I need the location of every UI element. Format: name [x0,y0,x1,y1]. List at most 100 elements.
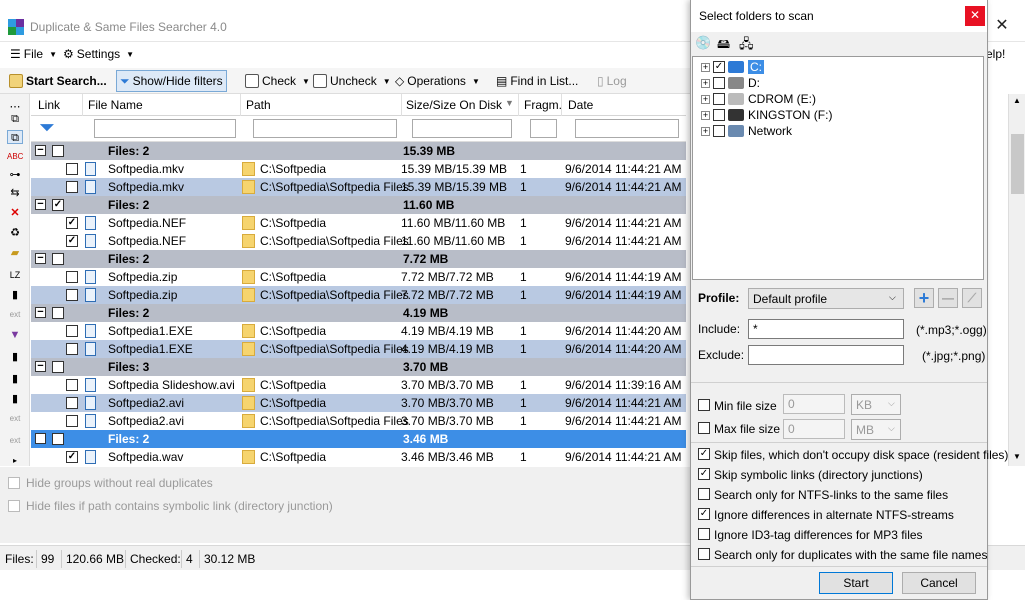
option-checkbox[interactable] [698,488,710,500]
file-checkbox[interactable] [66,343,78,355]
tree-icon[interactable]: ⊶ [7,168,23,182]
folder-icon[interactable]: ▰ [7,246,23,260]
max-size-checkbox[interactable] [698,422,710,434]
path-filter-input[interactable] [253,119,397,138]
group-checkbox[interactable] [52,361,64,373]
cancel-button[interactable]: Cancel [902,572,976,594]
edit-profile-button[interactable]: ⟋ [962,288,982,308]
ext-icon[interactable]: ▮ [7,288,23,302]
move-icon[interactable]: ⇆ [7,186,23,200]
file-row[interactable]: Softpedia1.EXE C:\Softpedia\Softpedia Fil… [31,340,686,358]
collapse-icon[interactable]: − [35,361,46,372]
file-row[interactable]: Softpedia Slideshow.avi C:\Softpedia 3.70 … [31,376,686,394]
file-checkbox[interactable] [66,289,78,301]
tree-node[interactable]: + KINGSTON (F:) [701,107,832,123]
collapse-icon[interactable]: − [35,145,46,156]
group-row[interactable]: − Files: 2 4.19 MB [31,304,686,322]
file-checkbox[interactable] [66,325,78,337]
operations-button[interactable]: ◇ Operations ▼ [392,70,483,92]
scrollbar-thumb[interactable] [1011,134,1024,194]
uncheck-button[interactable]: Uncheck ▼ [310,70,394,92]
expand-icon[interactable]: ▸ [7,454,23,468]
tree-checkbox[interactable] [713,93,725,105]
tree-checkbox[interactable] [713,125,725,137]
group-checkbox[interactable] [52,307,64,319]
group-row[interactable]: − Files: 2 7.72 MB [31,250,686,268]
col-date[interactable]: Date [568,98,593,112]
file-checkbox[interactable] [66,271,78,283]
size-filter-input[interactable] [412,119,512,138]
option-checkbox[interactable]: ✓ [698,468,710,480]
scroll-up-icon[interactable]: ▲ [1013,96,1021,105]
min-size-unit-select[interactable]: KB ⌵ [851,394,901,415]
file-row[interactable]: ✓ Softpedia.wav C:\Softpedia 3.46 MB/3.46 M… [31,448,686,466]
tree-node[interactable]: + Network [701,123,792,139]
group-row[interactable]: − Files: 3 3.70 MB [31,358,686,376]
hide-groups-option[interactable]: Hide groups without real duplicates [8,476,213,490]
expand-icon[interactable]: + [701,78,710,88]
copy-selected-icon[interactable]: ⧉ [7,130,23,144]
collapse-icon[interactable]: − [35,433,46,444]
option-checkbox[interactable]: ✓ [698,508,710,520]
file-row[interactable]: Softpedia.mkv C:\Softpedia 15.39 MB/15.39 … [31,160,686,178]
file-name-filter-input[interactable] [94,119,236,138]
hide-symlink-option[interactable]: Hide files if path contains symbolic lin… [8,499,333,513]
file-row[interactable]: Softpedia.zip C:\Softpedia\Softpedia File… [31,286,686,304]
col-fragm[interactable]: Fragm. [524,98,562,112]
expand-icon[interactable]: + [701,110,710,120]
file-row[interactable]: Softpedia2.avi C:\Softpedia\Softpedia Fil… [31,412,686,430]
file-row[interactable]: ✓ Softpedia.NEF C:\Softpedia\Softpedia Fil… [31,232,686,250]
max-size-unit-select[interactable]: MB ⌵ [851,419,901,440]
hide-groups-checkbox[interactable] [8,477,20,489]
collapse-icon[interactable]: − [35,253,46,264]
network-icon[interactable]: 🖧 [739,35,754,57]
computer-icon[interactable]: 💿 [695,35,711,51]
group-row[interactable]: − Files: 2 15.39 MB [31,142,686,160]
exclude-input[interactable] [748,345,904,365]
col-size[interactable]: Size/Size On Disk [406,98,502,112]
min-size-checkbox[interactable] [698,399,710,411]
scroll-down-icon[interactable]: ▼ [1013,452,1021,461]
folder-tree[interactable]: + ✓ C: + D: + CDROM (E:) + KINGSTON (F:) + Network [692,56,984,280]
start-search-button[interactable]: Start Search... [6,70,110,92]
expand-icon[interactable]: + [701,94,710,104]
file-checkbox[interactable] [66,415,78,427]
vertical-scrollbar[interactable]: ▲ ▼ [1008,94,1025,466]
ext-gray-icon[interactable]: ext [7,412,23,426]
tree-checkbox[interactable]: ✓ [713,61,725,73]
col-path[interactable]: Path [246,98,271,112]
menu-help[interactable]: elp! [986,47,1005,61]
file-checkbox[interactable] [66,397,78,409]
file-checkbox[interactable]: ✓ [66,235,78,247]
profile-select[interactable]: Default profile ⌵ [748,288,904,309]
date-filter-input[interactable] [575,119,679,138]
collapse-icon[interactable]: − [35,307,46,318]
show-hide-filters-button[interactable]: ⏷ Show/Hide filters [116,70,227,92]
add-profile-button[interactable]: + [914,288,934,308]
min-size-input[interactable]: 0 [783,394,845,414]
tree-node[interactable]: + D: [701,75,760,91]
expand-icon[interactable]: + [701,62,710,72]
strike-text-icon[interactable]: ABC [7,150,23,164]
fragm-filter-input[interactable] [530,119,557,138]
group-row[interactable]: − ✓ Files: 2 3.46 MB [31,430,686,448]
filter-purple-icon[interactable]: ▼ [7,328,23,342]
file-checkbox[interactable] [66,163,78,175]
bar-icon[interactable]: ▮ [7,350,23,364]
bar-icon[interactable]: ▮ [7,392,23,406]
expand-icon[interactable]: + [701,126,710,136]
file-checkbox[interactable]: ✓ [66,217,78,229]
tree-checkbox[interactable] [713,109,725,121]
copy-icon[interactable]: ⧉ [7,112,23,126]
delete-icon[interactable]: ✕ [7,206,23,220]
group-checkbox[interactable]: ✓ [52,199,64,211]
option-checkbox[interactable]: ✓ [698,448,710,460]
log-button[interactable]: ▯ Log [594,70,630,92]
tree-node[interactable]: + ✓ C: [701,59,764,75]
file-checkbox[interactable] [66,379,78,391]
ext-gray-icon[interactable]: ext [7,308,23,322]
file-row[interactable]: Softpedia.mkv C:\Softpedia\Softpedia File… [31,178,686,196]
include-input[interactable]: * [748,319,904,339]
file-checkbox[interactable] [66,181,78,193]
file-row[interactable]: Softpedia2.avi C:\Softpedia 3.70 MB/3.70 M… [31,394,686,412]
